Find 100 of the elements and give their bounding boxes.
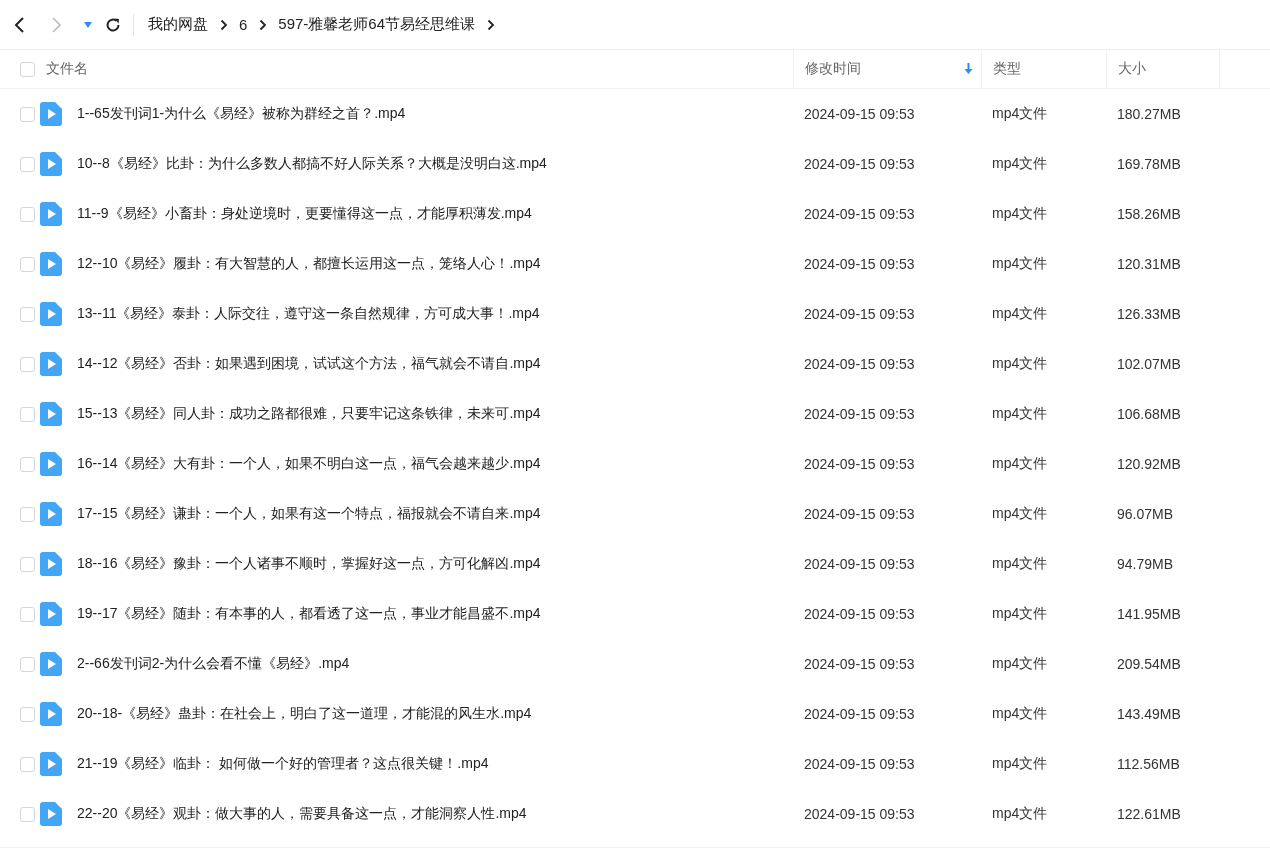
modified-time: 2024-09-15 09:53: [804, 656, 915, 672]
file-type: mp4文件: [992, 505, 1048, 523]
file-size: 143.49MB: [1117, 706, 1181, 722]
modified-time: 2024-09-15 09:53: [804, 506, 915, 522]
row-checkbox[interactable]: [20, 656, 35, 672]
file-type: mp4文件: [992, 155, 1048, 173]
row-checkbox[interactable]: [20, 606, 35, 622]
chevron-right-icon: [259, 18, 268, 31]
video-file-icon: [40, 802, 62, 826]
select-all-checkbox[interactable]: [20, 61, 35, 77]
file-name[interactable]: 11--9《易经》小畜卦：身处逆境时，更要懂得这一点，才能厚积薄发.mp4: [77, 205, 532, 223]
video-file-icon: [40, 202, 62, 226]
file-type: mp4文件: [992, 605, 1048, 623]
file-name[interactable]: 10--8《易经》比卦：为什么多数人都搞不好人际关系？大概是没明白这.mp4: [77, 155, 547, 173]
file-type: mp4文件: [992, 205, 1048, 223]
file-name[interactable]: 18--16《易经》豫卦：一个人诸事不顺时，掌握好这一点，方可化解凶.mp4: [77, 555, 541, 573]
breadcrumb-item[interactable]: 6: [239, 16, 248, 33]
file-name[interactable]: 15--13《易经》同人卦：成功之路都很难，只要牢记这条铁律，未来可.mp4: [77, 405, 541, 423]
video-file-icon: [40, 652, 62, 676]
modified-time: 2024-09-15 09:53: [804, 356, 915, 372]
modified-time: 2024-09-15 09:53: [804, 756, 915, 772]
file-size: 122.61MB: [1117, 806, 1181, 822]
video-file-icon: [40, 502, 62, 526]
sort-down-arrow-icon: [964, 63, 973, 75]
file-name[interactable]: 13--11《易经》泰卦：人际交往，遵守这一条自然规律，方可成大事！.mp4: [77, 305, 540, 323]
file-size: 96.07MB: [1117, 506, 1174, 522]
row-checkbox[interactable]: [20, 206, 35, 222]
file-type: mp4文件: [992, 355, 1048, 373]
file-type: mp4文件: [992, 255, 1048, 273]
video-file-icon: [40, 102, 62, 126]
file-name[interactable]: 19--17《易经》随卦：有本事的人，都看透了这一点，事业才能昌盛不.mp4: [77, 605, 541, 623]
video-file-icon: [40, 302, 62, 326]
row-checkbox[interactable]: [20, 556, 35, 572]
column-header[interactable]: 类型: [981, 50, 1106, 88]
row-checkbox[interactable]: [20, 256, 35, 272]
file-type: mp4文件: [992, 405, 1048, 423]
breadcrumb-item[interactable]: 我的网盘: [148, 15, 208, 34]
modified-time: 2024-09-15 09:53: [804, 606, 915, 622]
file-type: mp4文件: [992, 455, 1048, 473]
video-file-icon: [40, 252, 62, 276]
modified-time: 2024-09-15 09:53: [804, 106, 915, 122]
row-checkbox[interactable]: [20, 306, 35, 322]
modified-time: 2024-09-15 09:53: [804, 806, 915, 822]
file-type: mp4文件: [992, 705, 1048, 723]
file-size: 106.68MB: [1117, 406, 1181, 422]
column-header[interactable]: 修改时间: [793, 50, 981, 88]
file-type: mp4文件: [992, 105, 1048, 123]
chevron-right-icon: [487, 18, 496, 31]
file-name[interactable]: 12--10《易经》履卦：有大智慧的人，都擅长运用这一点，笼络人心！.mp4: [77, 255, 541, 273]
refresh-icon[interactable]: [105, 16, 121, 33]
file-size: 120.92MB: [1117, 456, 1181, 472]
row-checkbox[interactable]: [20, 506, 35, 522]
file-name[interactable]: 22--20《易经》观卦：做大事的人，需要具备这一点，才能洞察人性.mp4: [77, 805, 527, 823]
row-checkbox[interactable]: [20, 156, 35, 172]
file-name[interactable]: 1--65发刊词1-为什么《易经》被称为群经之首？.mp4: [77, 105, 406, 123]
chevron-right-icon: [50, 15, 64, 34]
file-type: mp4文件: [992, 655, 1048, 673]
file-size: 141.95MB: [1117, 606, 1181, 622]
modified-time: 2024-09-15 09:53: [804, 556, 915, 572]
dropdown-caret-icon[interactable]: [84, 21, 92, 28]
file-name[interactable]: 14--12《易经》否卦：如果遇到困境，试试这个方法，福气就会不请自.mp4: [77, 355, 541, 373]
file-size: 169.78MB: [1117, 156, 1181, 172]
file-size: 102.07MB: [1117, 356, 1181, 372]
modified-time: 2024-09-15 09:53: [804, 406, 915, 422]
row-checkbox[interactable]: [20, 756, 35, 772]
file-name[interactable]: 21--19《易经》临卦： 如何做一个好的管理者？这点很关键！.mp4: [77, 755, 489, 773]
file-size: 94.79MB: [1117, 556, 1174, 572]
file-size: 126.33MB: [1117, 306, 1181, 322]
file-size: 180.27MB: [1117, 106, 1181, 122]
file-size: 158.26MB: [1117, 206, 1181, 222]
modified-time: 2024-09-15 09:53: [804, 306, 915, 322]
breadcrumb-item[interactable]: 597-雅馨老师64节易经思维课: [278, 15, 476, 34]
row-checkbox[interactable]: [20, 406, 35, 422]
video-file-icon: [40, 452, 62, 476]
row-checkbox[interactable]: [20, 356, 35, 372]
column-header[interactable]: 文件名: [35, 50, 793, 88]
video-file-icon: [40, 552, 62, 576]
file-name[interactable]: 2--66发刊词2-为什么会看不懂《易经》.mp4: [77, 655, 350, 673]
video-file-icon: [40, 702, 62, 726]
video-file-icon: [40, 352, 62, 376]
file-name[interactable]: 20--18-《易经》蛊卦：在社会上，明白了这一道理，才能混的风生水.mp4: [77, 705, 532, 723]
video-file-icon: [40, 152, 62, 176]
file-type: mp4文件: [992, 555, 1048, 573]
modified-time: 2024-09-15 09:53: [804, 256, 915, 272]
row-checkbox[interactable]: [20, 106, 35, 122]
chevron-right-icon: [220, 18, 228, 31]
file-size: 209.54MB: [1117, 656, 1181, 672]
file-size: 120.31MB: [1117, 256, 1181, 272]
row-checkbox[interactable]: [20, 806, 35, 822]
video-file-icon: [40, 402, 62, 426]
chevron-left-icon: [12, 15, 26, 34]
row-checkbox[interactable]: [20, 456, 35, 472]
file-name[interactable]: 16--14《易经》大有卦：一个人，如果不明白这一点，福气会越来越少.mp4: [77, 455, 541, 473]
video-file-icon: [40, 752, 62, 776]
modified-time: 2024-09-15 09:53: [804, 156, 915, 172]
column-header[interactable]: 大小: [1106, 50, 1219, 88]
video-file-icon: [40, 602, 62, 626]
file-type: mp4文件: [992, 755, 1048, 773]
file-name[interactable]: 17--15《易经》谦卦：一个人，如果有这一个特点，福报就会不请自来.mp4: [77, 505, 541, 523]
row-checkbox[interactable]: [20, 706, 35, 722]
